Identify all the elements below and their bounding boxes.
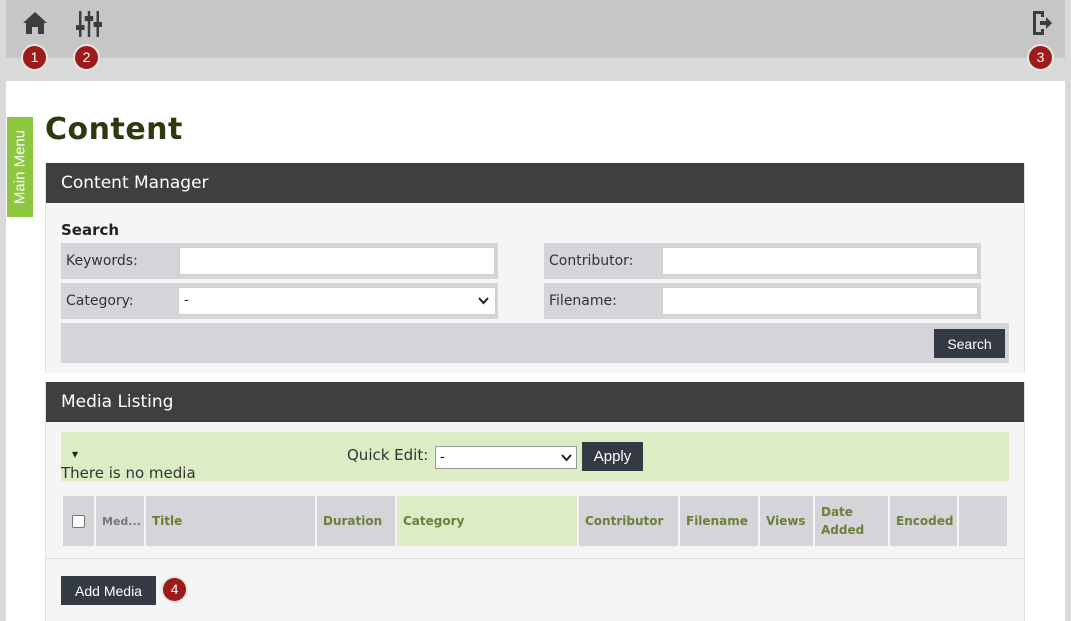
empty-media-message: There is no media xyxy=(61,464,196,482)
main-menu-tab[interactable]: Main Menu xyxy=(7,117,33,217)
column-header-encoded[interactable]: Encoded xyxy=(890,496,957,546)
callout-badge-3: 3 xyxy=(1027,44,1054,71)
callout-badge-4: 4 xyxy=(161,576,188,603)
select-all-cell xyxy=(63,496,94,546)
quick-edit-label: Quick Edit: xyxy=(347,446,429,464)
category-row: Category: - xyxy=(61,283,498,319)
quick-edit-select-value: - xyxy=(440,450,445,465)
category-select[interactable]: - xyxy=(178,287,496,315)
column-header-filename[interactable]: Filename xyxy=(680,496,758,546)
main-menu-label: Main Menu xyxy=(11,129,29,205)
column-header-duration[interactable]: Duration xyxy=(317,496,395,546)
column-header-category[interactable]: Category xyxy=(397,496,577,546)
top-toolbar xyxy=(6,0,1065,58)
contributor-input[interactable] xyxy=(662,247,978,275)
search-button[interactable]: Search xyxy=(934,329,1005,358)
column-header-views[interactable]: Views xyxy=(760,496,813,546)
category-select-value: - xyxy=(184,293,189,308)
keywords-row: Keywords: xyxy=(61,243,498,279)
contributor-row: Contributor: xyxy=(544,243,981,279)
column-header-media[interactable]: Med... xyxy=(96,496,144,546)
checkbox-icon[interactable] xyxy=(72,514,85,528)
search-heading: Search xyxy=(61,221,120,239)
chevron-down-icon xyxy=(478,288,489,324)
content-manager-header: Content Manager xyxy=(46,163,1024,203)
filename-row: Filename: xyxy=(544,283,981,319)
add-media-button[interactable]: Add Media xyxy=(61,576,156,605)
keywords-input[interactable] xyxy=(179,247,495,275)
settings-sliders-icon[interactable] xyxy=(76,10,102,42)
quick-edit-bar: ▾ There is no media Quick Edit: - Apply xyxy=(61,432,1009,482)
home-icon[interactable] xyxy=(22,10,48,40)
quick-edit-select[interactable]: - xyxy=(435,446,577,469)
keywords-label: Keywords: xyxy=(66,253,138,269)
search-action-bar: Search xyxy=(61,323,1009,363)
media-listing-header: Media Listing xyxy=(46,382,1024,422)
media-table-header: Med... Title Duration Category Contribut… xyxy=(63,496,1007,546)
filename-label: Filename: xyxy=(549,293,617,309)
table-divider xyxy=(46,558,1024,559)
column-header-contributor[interactable]: Contributor xyxy=(579,496,678,546)
filename-input[interactable] xyxy=(662,287,978,315)
contributor-label: Contributor: xyxy=(549,253,634,269)
logout-icon[interactable] xyxy=(1031,10,1053,40)
chevron-down-icon xyxy=(561,447,572,475)
page-title: Content xyxy=(45,112,183,147)
column-header-actions xyxy=(959,496,1007,546)
column-header-date-added[interactable]: Date Added xyxy=(815,496,888,546)
category-label: Category: xyxy=(66,293,134,309)
column-header-title[interactable]: Title xyxy=(146,496,315,546)
expand-arrow-icon[interactable]: ▾ xyxy=(72,447,78,461)
apply-button[interactable]: Apply xyxy=(582,442,643,471)
callout-badge-2: 2 xyxy=(73,44,100,71)
callout-badge-1: 1 xyxy=(21,44,48,71)
